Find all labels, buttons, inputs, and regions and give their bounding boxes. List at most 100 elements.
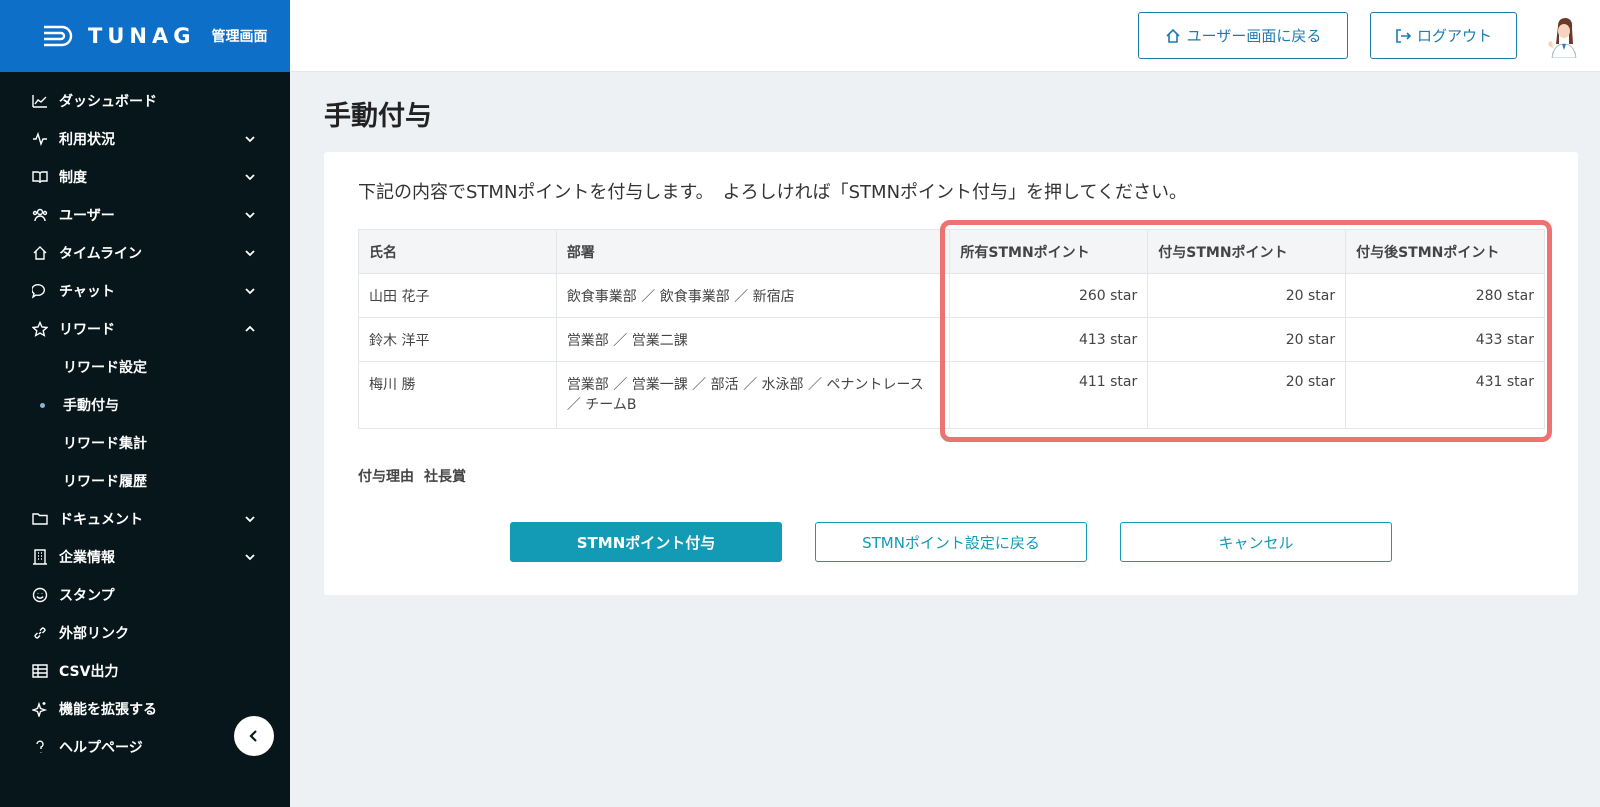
- sidebar-sub-manual-grant[interactable]: 手動付与: [0, 386, 290, 424]
- brand-header[interactable]: TUNAG 管理画面: [0, 0, 290, 72]
- link-icon: [32, 625, 48, 641]
- sidebar-item-label: タイムライン: [59, 246, 143, 262]
- cell-name: 鈴木 洋平: [358, 317, 557, 362]
- chat-bubble-icon: [32, 283, 48, 299]
- grant-reason-value: 社長賞: [424, 469, 466, 485]
- pulse-icon: [32, 131, 48, 147]
- home-icon: [32, 245, 48, 261]
- sidebar-collapse-button[interactable]: [234, 716, 274, 756]
- top-header: ユーザー画面に戻る ログアウト: [290, 0, 1600, 72]
- sidebar-item-label: ヘルプページ: [59, 740, 143, 756]
- sidebar-item-label: 機能を拡張する: [59, 702, 157, 718]
- sidebar-sub-reward-settings[interactable]: リワード設定: [0, 348, 290, 386]
- cell-after-points: 431 star: [1345, 361, 1545, 429]
- book-icon: [32, 169, 48, 185]
- cancel-button[interactable]: キャンセル: [1120, 522, 1392, 562]
- sidebar-item-label: ドキュメント: [59, 512, 143, 528]
- column-header-granted-points: 付与STMNポイント: [1147, 229, 1347, 274]
- cell-name: 山田 花子: [358, 273, 557, 318]
- chart-line-icon: [32, 93, 48, 109]
- logout-label: ログアウト: [1416, 27, 1492, 45]
- sidebar-sub-reward-summary[interactable]: リワード集計: [0, 424, 290, 462]
- page-title: 手動付与: [324, 101, 432, 132]
- logout-icon: [1396, 28, 1411, 43]
- avatar[interactable]: [1540, 14, 1584, 58]
- sidebar-nav: ダッシュボード 利用状況 制度 ユーザー タイムライン チャット リワード リワ…: [0, 72, 290, 766]
- sidebar-item-label: チャット: [59, 284, 115, 300]
- cell-name: 梅川 勝: [358, 361, 557, 429]
- chevron-down-icon: [244, 285, 256, 297]
- column-header-owned-points: 所有STMNポイント: [949, 229, 1149, 274]
- home-icon: [1166, 28, 1180, 43]
- column-header-after-points: 付与後STMNポイント: [1345, 229, 1545, 274]
- points-table: 氏名 部署 所有STMNポイント 付与STMNポイント 付与後STMNポイント …: [358, 229, 1545, 429]
- table-row: 梅川 勝 営業部 ／ 営業一課 ／ 部活 ／ 水泳部 ／ ペナントレース ／ チ…: [358, 361, 1545, 429]
- folder-icon: [32, 511, 48, 527]
- table-row: 鈴木 洋平 営業部 ／ 営業二課 413 star 20 star 433 st…: [358, 317, 1545, 362]
- cell-owned-points: 260 star: [949, 273, 1149, 318]
- column-header-name: 氏名: [358, 229, 557, 274]
- sidebar: TUNAG 管理画面 ダッシュボード 利用状況 制度 ユーザー タイムライン チ…: [0, 0, 290, 807]
- cell-granted-points: 20 star: [1147, 273, 1347, 318]
- brand-sub: 管理画面: [211, 29, 268, 45]
- sidebar-item-stamp[interactable]: スタンプ: [0, 576, 290, 614]
- chevron-down-icon: [244, 209, 256, 221]
- cell-after-points: 280 star: [1345, 273, 1545, 318]
- cell-owned-points: 411 star: [949, 361, 1149, 429]
- table-row: 山田 花子 飲食事業部 ／ 飲食事業部 ／ 新宿店 260 star 20 st…: [358, 273, 1545, 318]
- logout-button[interactable]: ログアウト: [1370, 12, 1517, 59]
- table-header-row: 氏名 部署 所有STMNポイント 付与STMNポイント 付与後STMNポイント: [358, 229, 1545, 274]
- cell-dept: 飲食事業部 ／ 飲食事業部 ／ 新宿店: [555, 273, 951, 318]
- grant-reason-label: 付与理由: [358, 469, 414, 485]
- sidebar-item-label: ユーザー: [59, 208, 115, 224]
- sidebar-sub-reward-history[interactable]: リワード履歴: [0, 462, 290, 500]
- back-to-settings-button[interactable]: STMNポイント設定に戻る: [815, 522, 1087, 562]
- chevron-down-icon: [244, 247, 256, 259]
- cell-dept: 営業部 ／ 営業二課: [555, 317, 951, 362]
- chevron-down-icon: [244, 513, 256, 525]
- sidebar-item-label: リワード: [59, 322, 115, 338]
- sidebar-item-dashboard[interactable]: ダッシュボード: [0, 82, 290, 120]
- cell-owned-points: 413 star: [949, 317, 1149, 362]
- grant-points-button[interactable]: STMNポイント付与: [510, 522, 782, 562]
- chevron-down-icon: [244, 133, 256, 145]
- sidebar-item-label: 利用状況: [59, 132, 115, 148]
- cell-granted-points: 20 star: [1147, 317, 1347, 362]
- building-icon: [32, 549, 48, 565]
- chevron-down-icon: [244, 551, 256, 563]
- sparkle-icon: [32, 701, 48, 717]
- sidebar-item-company[interactable]: 企業情報: [0, 538, 290, 576]
- sidebar-item-timeline[interactable]: タイムライン: [0, 234, 290, 272]
- sidebar-item-reward[interactable]: リワード: [0, 310, 290, 348]
- intro-text: 下記の内容でSTMNポイントを付与します。 よろしければ「STMNポイント付与」…: [358, 182, 1187, 203]
- cell-after-points: 433 star: [1345, 317, 1545, 362]
- sidebar-item-label: 外部リンク: [59, 626, 129, 642]
- star-icon: [32, 321, 48, 337]
- sidebar-item-documents[interactable]: ドキュメント: [0, 500, 290, 538]
- chevron-up-icon: [244, 323, 256, 335]
- users-icon: [32, 207, 48, 223]
- sidebar-item-chat[interactable]: チャット: [0, 272, 290, 310]
- sidebar-item-users[interactable]: ユーザー: [0, 196, 290, 234]
- sidebar-item-label: CSV出力: [59, 664, 119, 680]
- back-to-user-screen-button[interactable]: ユーザー画面に戻る: [1138, 12, 1348, 59]
- chevron-left-icon: [249, 730, 257, 742]
- sidebar-item-usage[interactable]: 利用状況: [0, 120, 290, 158]
- sidebar-item-label: 企業情報: [59, 550, 115, 566]
- cell-granted-points: 20 star: [1147, 361, 1347, 429]
- sidebar-item-label: ダッシュボード: [59, 94, 157, 110]
- sidebar-item-external-link[interactable]: 外部リンク: [0, 614, 290, 652]
- sidebar-item-label: スタンプ: [59, 588, 115, 604]
- help-icon: [32, 739, 48, 755]
- sidebar-item-csv[interactable]: CSV出力: [0, 652, 290, 690]
- chevron-down-icon: [244, 171, 256, 183]
- tunag-logo-icon: [44, 25, 73, 47]
- grant-reason: 付与理由 社長賞: [358, 466, 466, 486]
- sidebar-item-label: 制度: [59, 170, 87, 186]
- back-to-user-screen-label: ユーザー画面に戻る: [1186, 27, 1322, 45]
- sidebar-item-system[interactable]: 制度: [0, 158, 290, 196]
- cell-dept: 営業部 ／ 営業一課 ／ 部活 ／ 水泳部 ／ ペナントレース ／ チームB: [555, 361, 951, 429]
- brand-name: TUNAG: [88, 24, 196, 48]
- table-icon: [32, 663, 48, 679]
- smile-icon: [32, 587, 48, 603]
